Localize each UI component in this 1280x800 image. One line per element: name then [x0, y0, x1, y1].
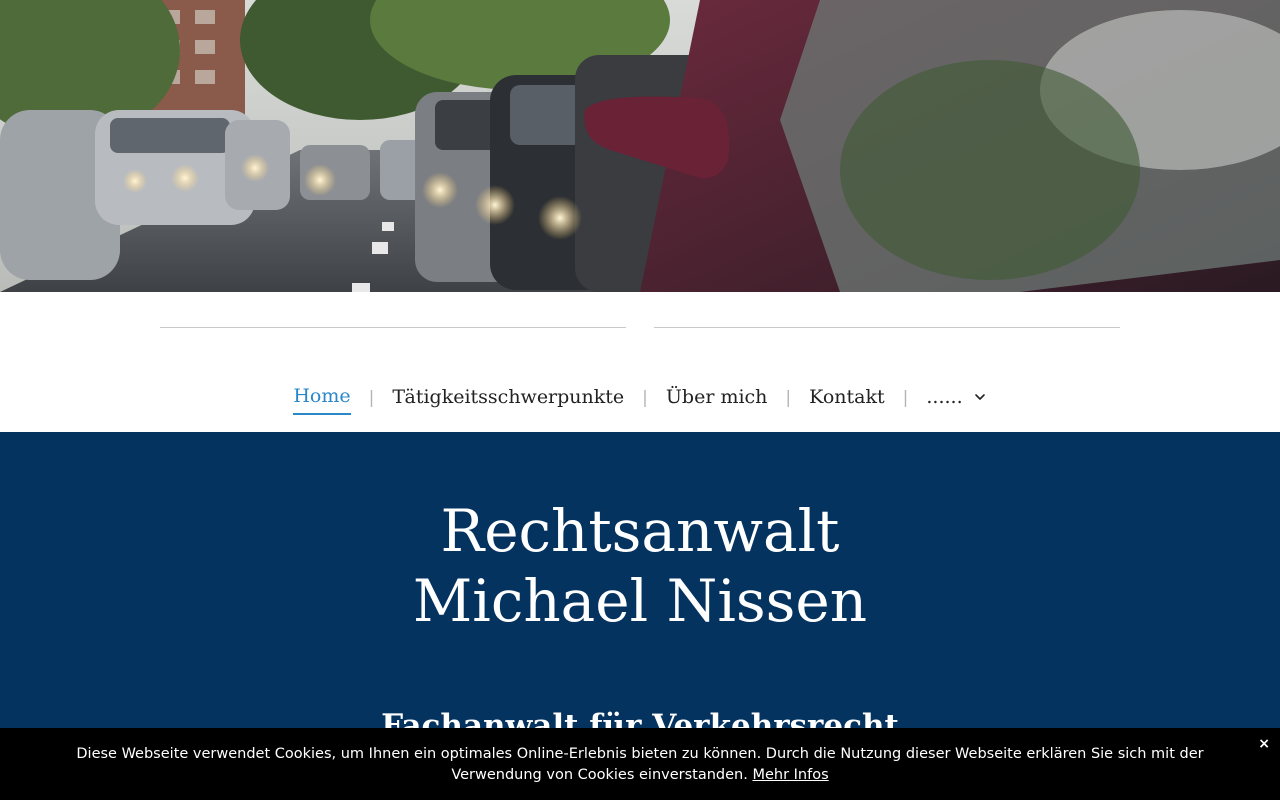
- nav-item-more-label: ......: [926, 386, 963, 408]
- page-title: Rechtsanwalt Michael Nissen: [0, 496, 1280, 636]
- page-title-line-2: Michael Nissen: [412, 567, 868, 635]
- nav-item-ueber-mich[interactable]: Über mich: [666, 382, 768, 414]
- nav-item-taetigkeitsschwerpunkte[interactable]: Tätigkeitsschwerpunkte: [392, 382, 624, 414]
- nav-separator: |: [785, 388, 792, 408]
- chevron-down-icon: [974, 394, 985, 400]
- close-icon[interactable]: ×: [1258, 734, 1270, 755]
- nav-separator: |: [642, 388, 648, 408]
- header-divider-left: [160, 327, 626, 328]
- nav-item-more-dropdown[interactable]: ......: [926, 382, 986, 414]
- cookie-more-info-link[interactable]: Mehr Infos: [752, 767, 828, 783]
- nav-separator: |: [902, 388, 909, 408]
- main-navigation: Home | Tätigkeitsschwerpunkte | Über mic…: [0, 380, 1280, 416]
- cookie-banner-text: Diese Webseite verwendet Cookies, um Ihn…: [76, 746, 1204, 783]
- page-title-line-1: Rechtsanwalt: [440, 497, 840, 565]
- header-divider-right: [654, 327, 1120, 328]
- nav-separator: |: [368, 388, 375, 408]
- nav-item-kontakt[interactable]: Kontakt: [809, 382, 884, 414]
- cookie-banner: Diese Webseite verwendet Cookies, um Ihn…: [0, 728, 1280, 800]
- hero-image: [0, 0, 1280, 292]
- site-header: Home | Tätigkeitsschwerpunkte | Über mic…: [0, 292, 1280, 432]
- nav-item-home[interactable]: Home: [293, 381, 351, 415]
